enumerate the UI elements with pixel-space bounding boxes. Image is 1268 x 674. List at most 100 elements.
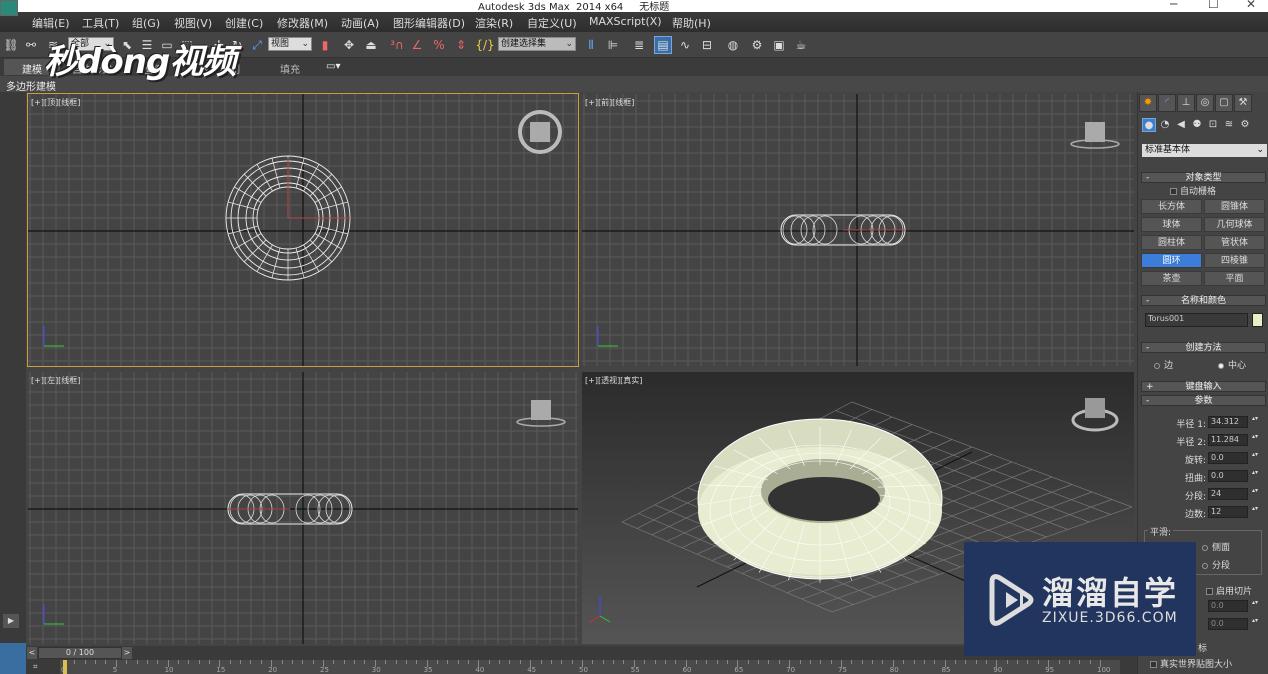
ribbon-options-icon[interactable]: ▭▾ <box>326 61 340 72</box>
plane-button[interactable]: 平面 <box>1204 271 1265 286</box>
select-scale-icon[interactable]: ⤢ <box>248 36 266 54</box>
rendered-frame-icon[interactable]: ▣ <box>770 36 788 54</box>
rollout-keyboard-entry[interactable]: + 键盘输入 <box>1141 381 1266 392</box>
viewport-label[interactable]: [+][顶][线框] <box>31 97 80 108</box>
menu-tools[interactable]: 工具(T) <box>82 15 119 31</box>
menu-modifiers[interactable]: 修改器(M) <box>277 15 328 31</box>
expand-ribbon-button[interactable]: ▶ <box>3 614 19 628</box>
menu-group[interactable]: 组(G) <box>132 15 160 31</box>
viewport-front[interactable]: [+][前][线框] <box>582 94 1134 366</box>
viewport-layout-icon[interactable] <box>0 643 26 674</box>
schematic-view-icon[interactable]: ⊟ <box>698 36 716 54</box>
snap-3d-icon[interactable]: ³∩ <box>388 36 406 54</box>
named-selection-dropdown[interactable]: 创建选择集 ⌄ <box>498 37 576 51</box>
sphere-button[interactable]: 球体 <box>1141 217 1202 232</box>
menu-maxscript[interactable]: MAXScript(X) <box>589 15 662 28</box>
mini-curve-editor-icon[interactable]: ⌗ <box>33 662 49 674</box>
edit-named-sel-icon[interactable]: {/} <box>475 36 494 54</box>
cameras-icon[interactable]: ⚉ <box>1190 118 1204 132</box>
slice-from-input[interactable]: 0.0 <box>1208 600 1248 612</box>
geosphere-button[interactable]: 几何球体 <box>1204 217 1265 232</box>
cylinder-button[interactable]: 圆柱体 <box>1141 235 1202 250</box>
viewport-left[interactable]: [+][左][线框] <box>28 372 578 644</box>
menu-create[interactable]: 创建(C) <box>225 15 263 31</box>
radio-smooth-segment[interactable]: 分段 <box>1202 558 1230 571</box>
spacewarps-icon[interactable]: ≋ <box>1222 118 1236 132</box>
slice-to-input[interactable]: 0.0 <box>1208 618 1248 630</box>
create-tab-icon[interactable]: ✸ <box>1139 94 1157 112</box>
pyramid-button[interactable]: 四棱锥 <box>1204 253 1265 268</box>
render-icon[interactable]: ☕ <box>792 36 810 54</box>
twist-input[interactable]: 0.0 <box>1208 470 1248 482</box>
time-marker[interactable] <box>63 660 67 674</box>
teapot-button[interactable]: 茶壶 <box>1141 271 1202 286</box>
keyboard-shortcut-icon[interactable]: ⏏ <box>362 36 380 54</box>
lights-icon[interactable]: ◀ <box>1174 118 1188 132</box>
radio-smooth-sides[interactable]: 侧面 <box>1202 540 1230 553</box>
rotation-input[interactable]: 0.0 <box>1208 452 1248 464</box>
sides-input[interactable]: 12 <box>1208 506 1248 518</box>
menu-views[interactable]: 视图(V) <box>174 15 212 31</box>
radius1-input[interactable]: 34.312 <box>1208 416 1248 428</box>
radio-center[interactable]: 中心 <box>1218 358 1246 371</box>
scene-explorer-icon[interactable]: ▤ <box>654 36 672 54</box>
app-logo-icon[interactable] <box>0 0 18 16</box>
close-button[interactable]: ✕ <box>1246 0 1256 11</box>
display-tab-icon[interactable]: ▢ <box>1215 94 1233 112</box>
hierarchy-tab-icon[interactable]: ⊥ <box>1177 94 1195 112</box>
real-world-checkbox[interactable]: 真实世界贴图大小 <box>1150 657 1232 670</box>
slice-to-spinner[interactable]: ▴▾ <box>1252 618 1258 630</box>
torus-button[interactable]: 圆环 <box>1141 253 1202 268</box>
render-setup-icon[interactable]: ⚙ <box>748 36 766 54</box>
prev-frame-button[interactable]: < <box>27 647 37 659</box>
mirror-icon[interactable]: ⫴ <box>582 36 600 54</box>
menu-animation[interactable]: 动画(A) <box>341 15 379 31</box>
menu-edit[interactable]: 编辑(E) <box>32 15 70 31</box>
category-dropdown[interactable]: 标准基本体 ⌄ <box>1142 144 1267 157</box>
rotation-spinner[interactable]: ▴▾ <box>1252 452 1258 464</box>
next-frame-button[interactable]: > <box>122 647 132 659</box>
viewport-label[interactable]: [+][透视][真实] <box>585 375 642 386</box>
utilities-tab-icon[interactable]: ⚒ <box>1234 94 1252 112</box>
box-button[interactable]: 长方体 <box>1141 199 1202 214</box>
select-manipulate-icon[interactable]: ✥ <box>340 36 358 54</box>
link-icon[interactable]: ⛓ <box>2 36 20 54</box>
ribbon-tab-populate[interactable]: 填充 <box>280 61 300 76</box>
twist-spinner[interactable]: ▴▾ <box>1252 470 1258 482</box>
segments-input[interactable]: 24 <box>1208 488 1248 500</box>
menu-customize[interactable]: 自定义(U) <box>527 15 577 31</box>
shapes-icon[interactable]: ◔ <box>1158 118 1172 132</box>
geometry-icon[interactable]: ● <box>1142 118 1156 132</box>
helpers-icon[interactable]: ⊡ <box>1206 118 1220 132</box>
time-slider[interactable]: 0 / 100 <box>38 647 122 659</box>
rollout-object-type[interactable]: - 对象类型 <box>1141 172 1266 183</box>
motion-tab-icon[interactable]: ◎ <box>1196 94 1214 112</box>
align-icon[interactable]: ⊫ <box>604 36 622 54</box>
radius1-spinner[interactable]: ▴▾ <box>1252 416 1258 428</box>
viewport-label[interactable]: [+][左][线框] <box>31 375 80 386</box>
radius2-input[interactable]: 11.284 <box>1208 434 1248 446</box>
percent-snap-icon[interactable]: % <box>430 36 448 54</box>
object-name-input[interactable]: Torus001 <box>1145 313 1248 327</box>
timeline-ruler[interactable]: 0510152025303540455055606570758085909510… <box>60 660 1120 674</box>
curve-editor-icon[interactable]: ∿ <box>676 36 694 54</box>
cone-button[interactable]: 圆锥体 <box>1204 199 1265 214</box>
spinner-snap-icon[interactable]: ⇕ <box>452 36 470 54</box>
viewport-label[interactable]: [+][前][线框] <box>585 97 634 108</box>
maximize-button[interactable]: ☐ <box>1208 0 1219 11</box>
rollout-name-color[interactable]: - 名称和颜色 <box>1141 295 1266 306</box>
slice-on-checkbox[interactable]: 启用切片 <box>1206 584 1252 597</box>
tube-button[interactable]: 管状体 <box>1204 235 1265 250</box>
radius2-spinner[interactable]: ▴▾ <box>1252 434 1258 446</box>
rollout-creation-method[interactable]: - 创建方法 <box>1141 342 1266 353</box>
pivot-icon[interactable]: ▮ <box>316 36 334 54</box>
layer-manager-icon[interactable]: ≣ <box>630 36 648 54</box>
viewport-top[interactable]: [+][顶][线框] <box>27 93 579 367</box>
unlink-icon[interactable]: ⚯ <box>22 36 40 54</box>
menu-help[interactable]: 帮助(H) <box>672 15 711 31</box>
angle-snap-icon[interactable]: ∠ <box>408 36 426 54</box>
slice-from-spinner[interactable]: ▴▾ <box>1252 600 1258 612</box>
modify-tab-icon[interactable]: ◜ <box>1158 94 1176 112</box>
material-editor-icon[interactable]: ◍ <box>724 36 742 54</box>
radio-edge[interactable]: 边 <box>1154 358 1173 371</box>
